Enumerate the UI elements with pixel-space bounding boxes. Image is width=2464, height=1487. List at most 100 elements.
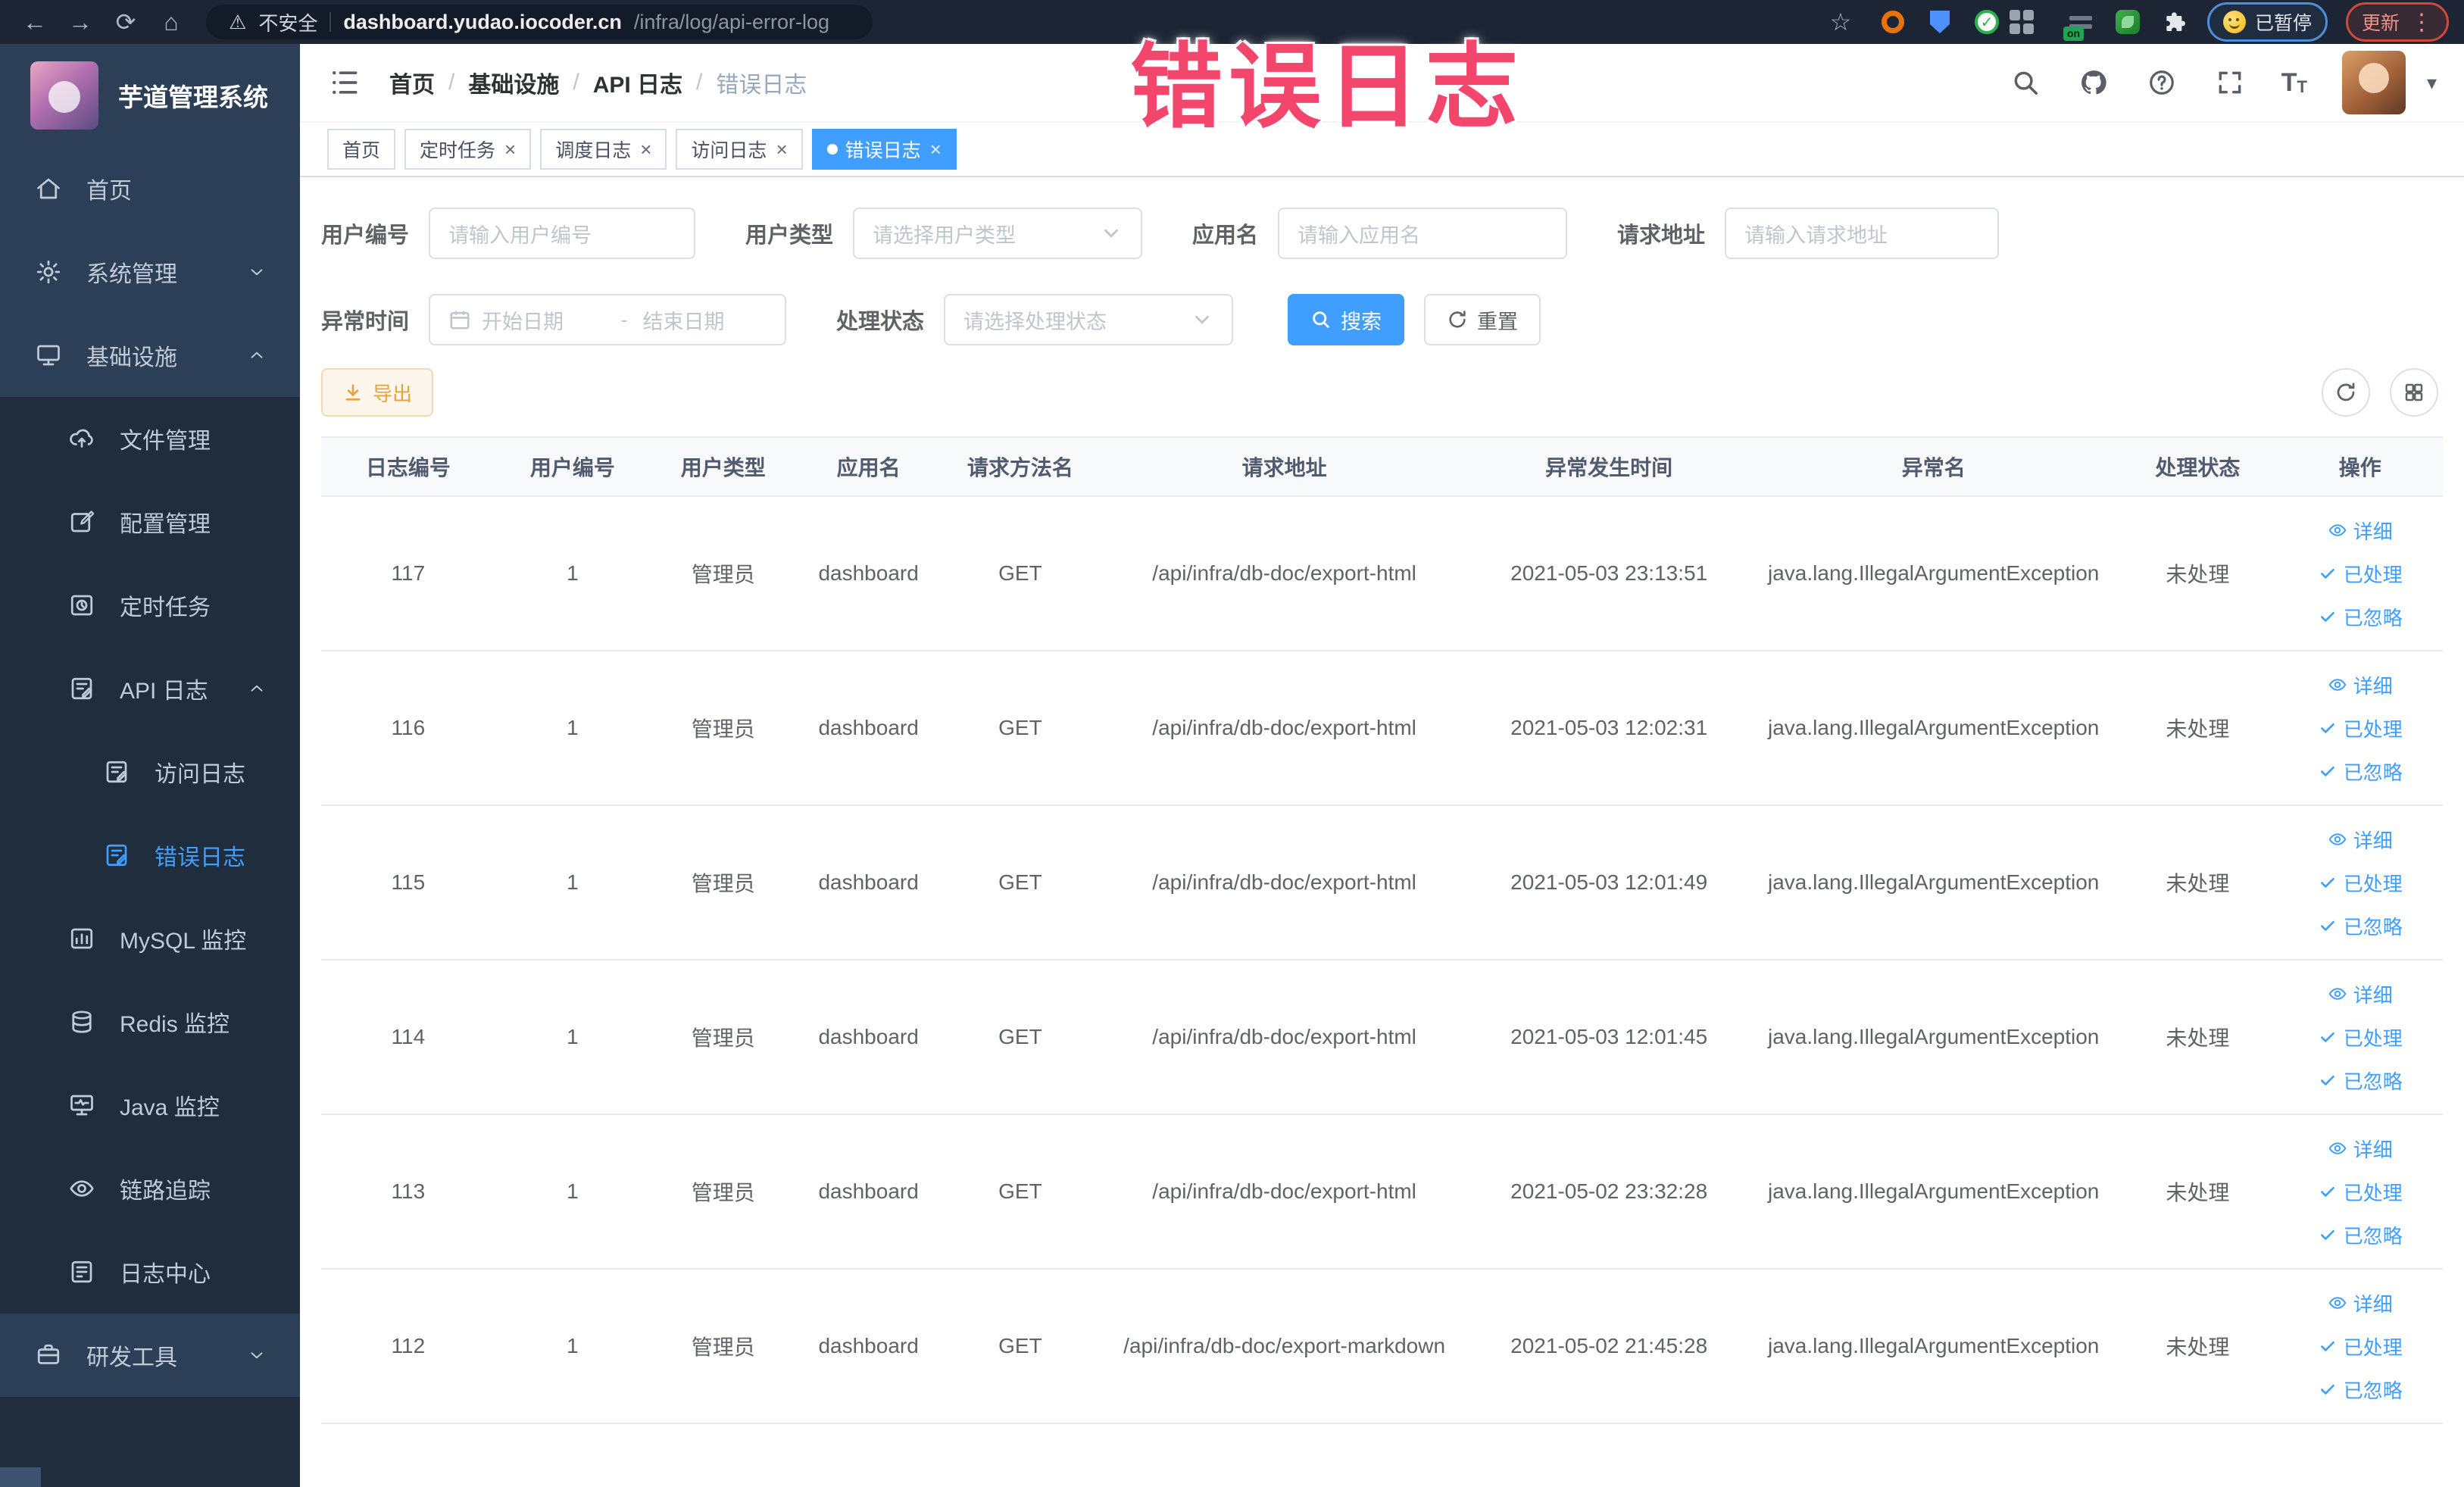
user-type-select[interactable]: 请选择用户类型 <box>853 208 1143 259</box>
action-已忽略[interactable]: 已忽略 <box>2318 1376 2403 1404</box>
github-icon[interactable] <box>2077 66 2110 99</box>
row-actions: 详细 已处理 已忽略 <box>2277 671 2443 786</box>
browser-update-chip[interactable]: 更新 ⋮ <box>2345 2 2449 42</box>
forward-icon[interactable]: → <box>61 5 100 39</box>
table-row[interactable]: 112 1 管理员 dashboard GET /api/infra/db-do… <box>321 1269 2443 1424</box>
breadcrumb-item[interactable]: API 日志 <box>593 66 682 99</box>
filter-row-2: 异常时间 开始日期 - 结束日期 处理状态 请选择处理状态 搜索 重置 <box>321 294 2443 345</box>
sidebar-item-API 日志[interactable]: API 日志 <box>0 647 300 730</box>
back-icon[interactable]: ← <box>15 5 55 39</box>
sidebar-item-访问日志[interactable]: 访问日志 <box>0 730 300 814</box>
sidebar-item-研发工具[interactable]: 研发工具 <box>0 1314 300 1397</box>
sidebar-item-错误日志[interactable]: 错误日志 <box>0 814 300 897</box>
cell-method: GET <box>940 960 1100 1115</box>
sidebar-item-首页[interactable]: 首页 <box>0 147 300 230</box>
breadcrumb-item[interactable]: 基础设施 <box>468 66 559 99</box>
action-已处理[interactable]: 已处理 <box>2318 1023 2403 1051</box>
browser-home-icon[interactable]: ⌂ <box>151 5 191 39</box>
action-已处理[interactable]: 已处理 <box>2318 560 2403 588</box>
table-row[interactable]: 117 1 管理员 dashboard GET /api/infra/db-do… <box>321 496 2443 651</box>
extensions-puzzle-icon[interactable] <box>2160 8 2189 36</box>
app-name-input[interactable]: 请输入应用名 <box>1278 208 1568 259</box>
sidebar-item-日志中心[interactable]: 日志中心 <box>0 1230 300 1314</box>
close-icon[interactable]: × <box>640 139 651 159</box>
close-icon[interactable]: × <box>930 139 942 159</box>
col-user-id: 用户编号 <box>495 436 651 497</box>
cell-user-type: 管理员 <box>650 1114 797 1270</box>
user-avatar[interactable] <box>2341 51 2406 114</box>
sidebar-scroll-thumb[interactable] <box>0 1467 41 1487</box>
donut-icon <box>1881 11 1904 33</box>
exception-time-range-picker[interactable]: 开始日期 - 结束日期 <box>429 294 787 345</box>
action-已处理[interactable]: 已处理 <box>2318 1178 2403 1206</box>
action-已处理[interactable]: 已处理 <box>2318 1332 2403 1360</box>
cell-method: GET <box>940 496 1100 651</box>
col-status: 处理状态 <box>2118 436 2278 497</box>
extension-icon-check[interactable]: ✓ <box>1972 8 2001 36</box>
action-已处理[interactable]: 已处理 <box>2318 869 2403 897</box>
search-button[interactable]: 搜索 <box>1288 294 1405 345</box>
action-详细[interactable]: 详细 <box>2328 980 2393 1008</box>
action-详细[interactable]: 详细 <box>2328 517 2393 545</box>
tab-访问日志[interactable]: 访问日志 × <box>676 129 803 170</box>
action-详细[interactable]: 详细 <box>2328 1135 2393 1163</box>
address-bar[interactable]: ⚠ 不安全 dashboard.yudao.iocoder.cn/infra/l… <box>206 5 873 39</box>
table-row[interactable]: 114 1 管理员 dashboard GET /api/infra/db-do… <box>321 960 2443 1115</box>
chevron-down-icon[interactable]: ▾ <box>2427 71 2437 95</box>
extension-icon-shield[interactable] <box>1925 8 1954 36</box>
close-icon[interactable]: × <box>776 139 787 159</box>
table-row[interactable]: 116 1 管理员 dashboard GET /api/infra/db-do… <box>321 651 2443 806</box>
sidebar-item-定时任务[interactable]: 定时任务 <box>0 564 300 647</box>
sidebar-logo-block[interactable]: 芋道管理系统 <box>0 44 300 147</box>
sidebar-item-系统管理[interactable]: 系统管理 <box>0 230 300 314</box>
action-详细[interactable]: 详细 <box>2328 671 2393 699</box>
search-icon[interactable] <box>2009 66 2042 99</box>
sidebar-item-配置管理[interactable]: 配置管理 <box>0 480 300 564</box>
user-id-input[interactable]: 请输入用户编号 <box>429 208 696 259</box>
tab-调度日志[interactable]: 调度日志 × <box>540 129 667 170</box>
fullscreen-icon[interactable] <box>2213 66 2247 99</box>
request-url-input[interactable]: 请输入请求地址 <box>1725 208 2000 259</box>
cell-exception-name: java.lang.IllegalArgumentException <box>1749 1269 2119 1424</box>
cell-log-id: 115 <box>321 805 495 961</box>
extension-icon-leaf[interactable] <box>2113 8 2142 36</box>
action-已忽略[interactable]: 已忽略 <box>2318 1221 2403 1249</box>
extension-icon-switch[interactable]: on <box>2063 8 2095 41</box>
action-详细[interactable]: 详细 <box>2328 826 2393 854</box>
reset-button[interactable]: 重置 <box>1424 294 1541 345</box>
cell-exception-time: 2021-05-03 23:13:51 <box>1469 496 1750 651</box>
sidebar-item-MySQL 监控[interactable]: MySQL 监控 <box>0 897 300 980</box>
reload-icon[interactable]: ⟳ <box>106 5 145 39</box>
action-已忽略[interactable]: 已忽略 <box>2318 1067 2403 1095</box>
action-已忽略[interactable]: 已忽略 <box>2318 603 2403 631</box>
sidebar-item-基础设施[interactable]: 基础设施 <box>0 314 300 397</box>
help-icon[interactable] <box>2145 66 2178 99</box>
bookmark-star-icon[interactable]: ☆ <box>1821 5 1860 39</box>
column-settings-button[interactable] <box>2390 368 2438 417</box>
table-row[interactable]: 115 1 管理员 dashboard GET /api/infra/db-do… <box>321 805 2443 961</box>
sidebar-item-Java 监控[interactable]: Java 监控 <box>0 1064 300 1147</box>
table-row[interactable]: 113 1 管理员 dashboard GET /api/infra/db-do… <box>321 1114 2443 1270</box>
sidebar-toggle-icon[interactable] <box>327 65 362 100</box>
tab-定时任务[interactable]: 定时任务 × <box>404 129 532 170</box>
tab-错误日志[interactable]: 错误日志 × <box>811 129 957 170</box>
sidebar-item-链路追踪[interactable]: 链路追踪 <box>0 1147 300 1230</box>
font-size-icon[interactable]: TT <box>2281 70 2307 95</box>
breadcrumb-item[interactable]: 首页 <box>389 66 435 99</box>
action-已忽略[interactable]: 已忽略 <box>2318 758 2403 786</box>
extension-icon-orange[interactable] <box>1878 8 1907 36</box>
sidebar-item-Redis 监控[interactable]: Redis 监控 <box>0 980 300 1064</box>
process-status-select[interactable]: 请选择处理状态 <box>944 294 1234 345</box>
tab-首页[interactable]: 首页 × <box>327 129 396 170</box>
action-已处理[interactable]: 已处理 <box>2318 714 2403 742</box>
action-已忽略[interactable]: 已忽略 <box>2318 912 2403 940</box>
kebab-menu-icon[interactable]: ⋮ <box>2410 9 2433 36</box>
profile-paused-chip[interactable]: 已暂停 <box>2206 2 2328 42</box>
close-icon[interactable]: × <box>504 139 516 159</box>
extension-icon-grid[interactable] <box>2009 8 2048 36</box>
grid-icon <box>2405 383 2423 401</box>
action-详细[interactable]: 详细 <box>2328 1289 2393 1317</box>
refresh-table-button[interactable] <box>2322 368 2370 417</box>
sidebar-item-文件管理[interactable]: 文件管理 <box>0 397 300 480</box>
export-button[interactable]: 导出 <box>321 368 434 417</box>
